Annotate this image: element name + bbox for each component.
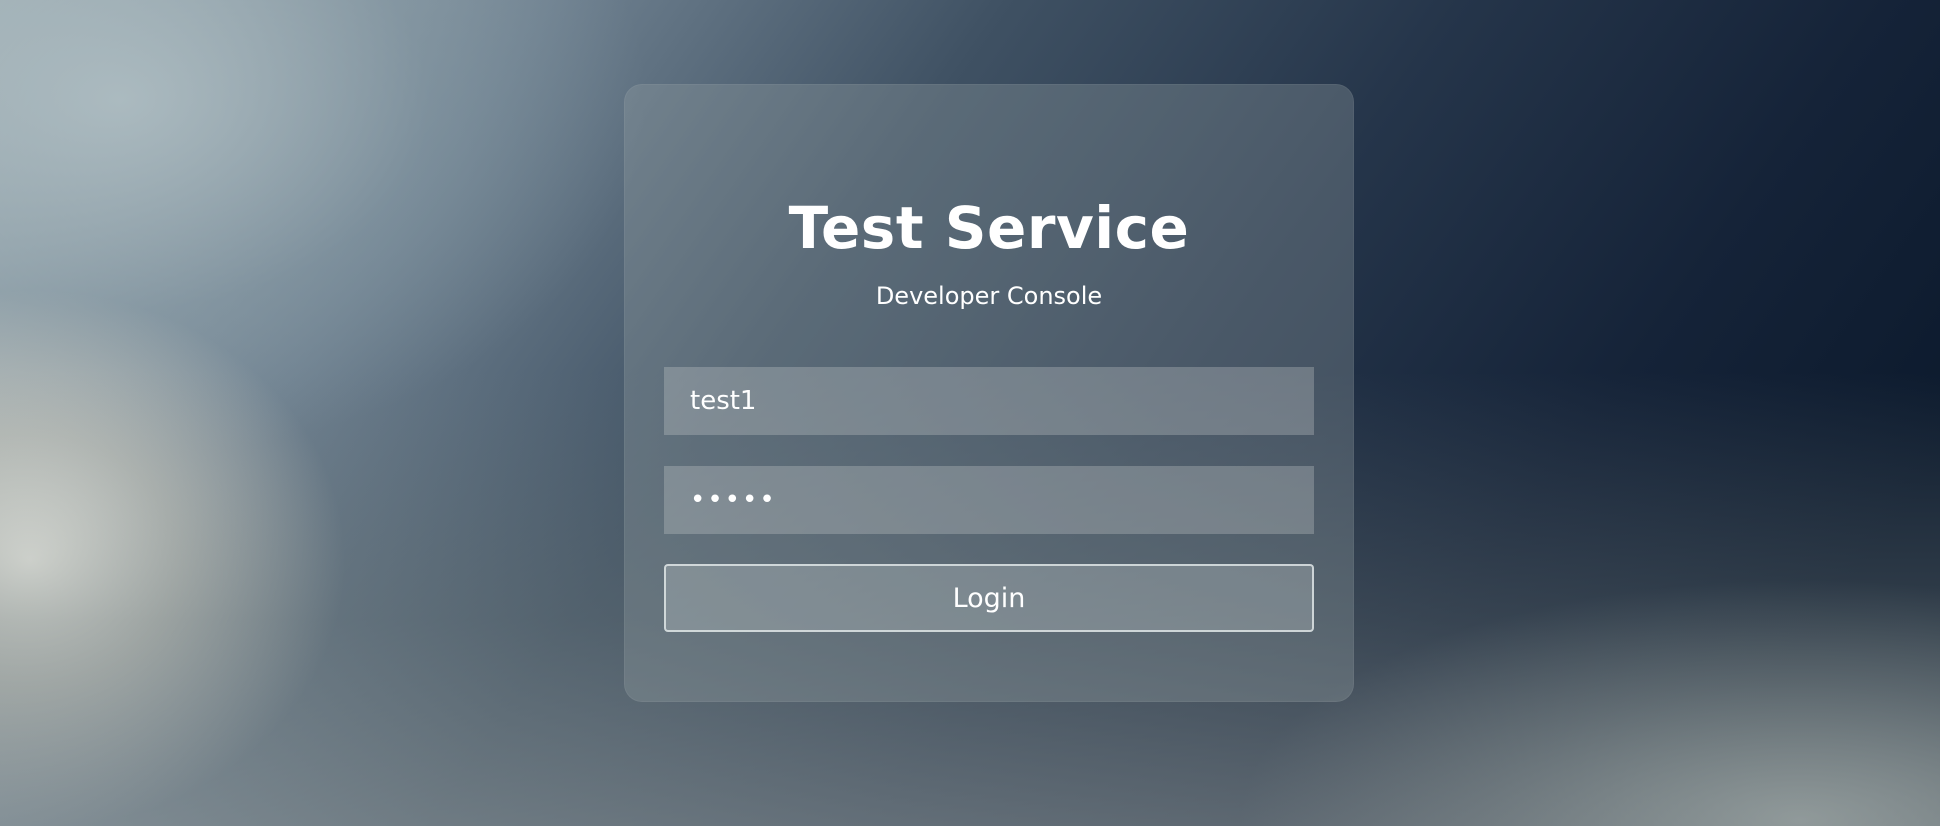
login-card: Test Service Developer Console Login [624,84,1354,702]
page-subtitle: Developer Console [875,282,1103,310]
username-input[interactable] [664,367,1314,435]
login-button[interactable]: Login [664,564,1314,632]
page-title: Test Service [788,194,1190,262]
password-input[interactable] [664,466,1314,534]
